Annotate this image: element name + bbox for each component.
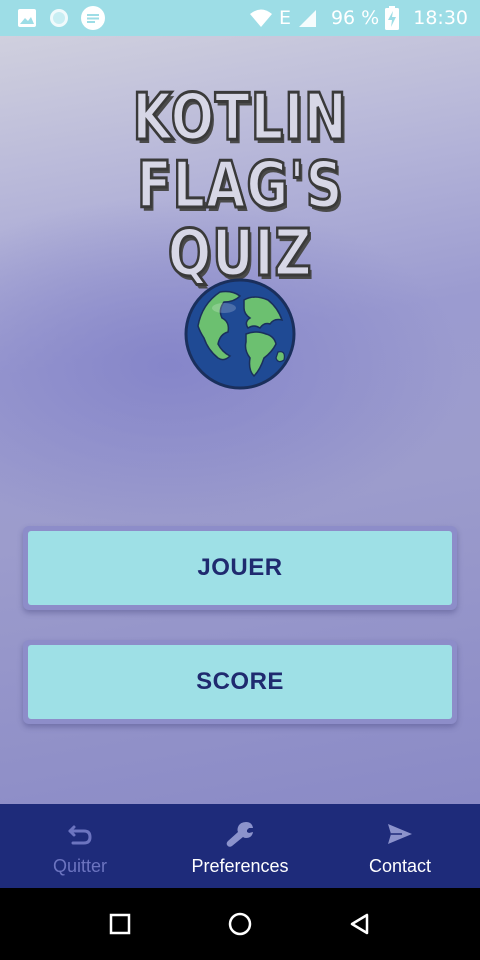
message-icon (81, 6, 105, 30)
gallery-icon (18, 9, 36, 27)
battery-percent: 96 % (330, 7, 380, 29)
nav-item-quitter[interactable]: Quitter (0, 804, 160, 888)
wrench-icon (226, 822, 253, 847)
play-button-label: JOUER (28, 531, 452, 605)
system-navigation-bar (0, 888, 480, 960)
wifi-icon (249, 9, 272, 27)
nav-item-preferences[interactable]: Preferences (160, 804, 320, 888)
globe-icon (184, 278, 296, 390)
main-screen: KOTLIN FLAG'S QUIZ JOUER SCORE (0, 36, 480, 804)
back-button[interactable] (340, 904, 380, 944)
score-button[interactable]: SCORE (23, 640, 457, 724)
circle-notification-icon (50, 9, 68, 27)
nav-label-preferences: Preferences (191, 856, 289, 876)
recents-icon (109, 913, 131, 935)
send-icon (388, 824, 412, 844)
bottom-navigation: Quitter Preferences Contact (0, 804, 480, 888)
app-title-line-1: KOTLIN FLAG'S (131, 81, 348, 223)
signal-icon (298, 10, 316, 27)
home-icon (228, 912, 252, 936)
play-button[interactable]: JOUER (23, 526, 457, 610)
clock: 18:30 (413, 7, 468, 29)
back-arrow-icon (68, 825, 92, 845)
app-title: KOTLIN FLAG'S QUIZ (48, 81, 432, 290)
status-bar: E 96 % 18:30 (0, 0, 480, 36)
network-type: E (278, 7, 291, 29)
back-icon (350, 913, 369, 935)
battery-charging-icon (385, 6, 400, 30)
score-button-label: SCORE (28, 645, 452, 719)
nav-label-contact: Contact (368, 856, 432, 876)
nav-label-quitter: Quitter (52, 856, 108, 876)
status-bar-notifications (16, 5, 106, 31)
home-button[interactable] (220, 904, 260, 944)
nav-item-contact[interactable]: Contact (320, 804, 480, 888)
recents-button[interactable] (100, 904, 140, 944)
status-bar-system: E 96 % 18:30 (249, 6, 468, 30)
